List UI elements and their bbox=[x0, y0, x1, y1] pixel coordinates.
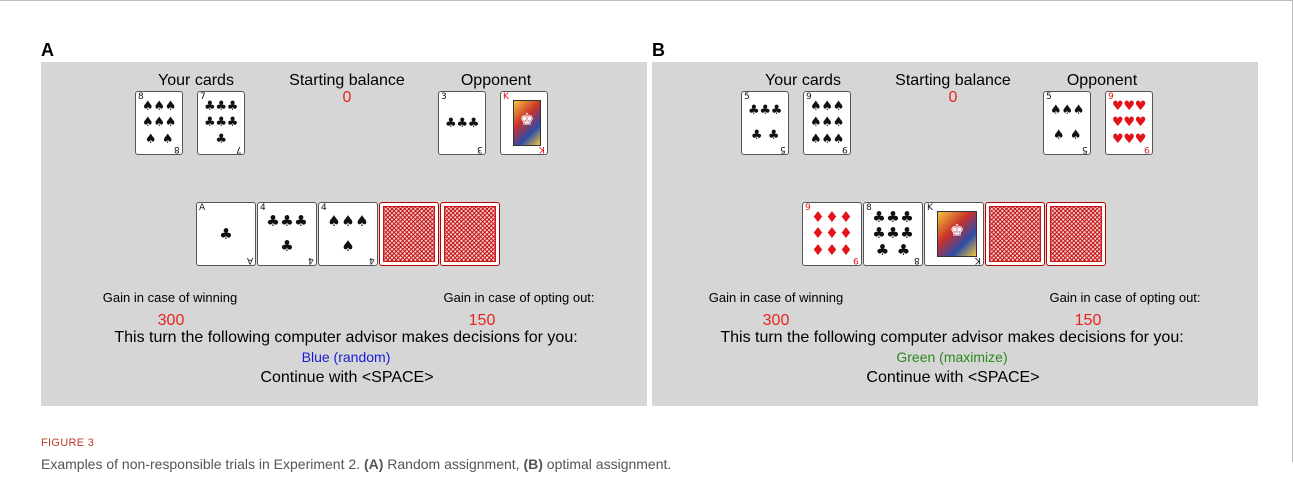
playing-card: 9 9 ♦ ♦ ♦ ♦ ♦ ♦ ♦ ♦ ♦ bbox=[802, 202, 862, 266]
card-back bbox=[1046, 202, 1106, 266]
card-back bbox=[440, 202, 500, 266]
card-rank: A bbox=[246, 255, 253, 265]
playing-card: K K ♚ bbox=[924, 202, 984, 266]
gain-optout-label: Gain in case of opting out: bbox=[1049, 290, 1201, 305]
advisor-name: Blue (random) bbox=[301, 349, 391, 365]
gain-optout-label: Gain in case of opting out: bbox=[443, 290, 595, 305]
continue-prompt: Continue with <SPACE> bbox=[260, 369, 434, 386]
advisor-text: This turn the following computer advisor… bbox=[114, 329, 578, 346]
card-rank: 8 bbox=[914, 255, 920, 265]
playing-card: 7 7 ♣ ♣ ♣ ♣ ♣ ♣ ♣ bbox=[197, 91, 245, 155]
clubs-pips-icon: ♣ ♣ ♣ ♣ ♣ ♣ ♣ ♣ bbox=[872, 207, 914, 260]
hearts-pips-icon: ♥ ♥ ♥ ♥ ♥ ♥ ♥ ♥ ♥ bbox=[1112, 98, 1147, 148]
figure-caption: Examples of non-responsible trials in Ex… bbox=[41, 456, 671, 472]
clubs-pips-icon: ♣ bbox=[219, 224, 233, 243]
playing-card: 5 5 ♠ ♠ ♠ ♠ ♠ bbox=[1043, 91, 1091, 155]
card-back bbox=[985, 202, 1045, 266]
your-cards-label: Your cards bbox=[765, 72, 841, 89]
caption-b-text: optimal assignment. bbox=[542, 456, 672, 472]
spades-pips-icon: ♠ ♠ ♠ ♠ bbox=[327, 212, 369, 255]
gain-winning-label: Gain in case of winning bbox=[102, 290, 238, 305]
card-rank: 8 bbox=[866, 203, 872, 213]
gain-winning-value: 300 bbox=[762, 312, 790, 329]
starting-balance-value: 0 bbox=[342, 89, 352, 106]
spades-pips-icon: ♠ ♠ ♠ ♠ ♠ ♠ ♠ ♠ bbox=[142, 98, 177, 148]
playing-card: 8 8 ♠ ♠ ♠ ♠ ♠ ♠ ♠ ♠ bbox=[135, 91, 183, 155]
gain-optout-value: 150 bbox=[468, 312, 496, 329]
clubs-pips-icon: ♣ ♣ ♣ bbox=[445, 115, 480, 131]
starting-balance-label: Starting balance bbox=[289, 72, 405, 89]
figure-label: FIGURE 3 bbox=[41, 437, 95, 449]
panel-letter-a: A bbox=[41, 40, 54, 60]
card-rank: 9 bbox=[805, 203, 811, 213]
panel-letter-b: B bbox=[652, 40, 665, 60]
card-rank: 4 bbox=[369, 255, 375, 265]
your-cards-label: Your cards bbox=[158, 72, 234, 89]
playing-card: K K ♚ bbox=[500, 91, 548, 155]
caption-a-text: Random assignment, bbox=[383, 456, 524, 472]
card-back bbox=[379, 202, 439, 266]
caption-prefix: Examples of non-responsible trials in Ex… bbox=[41, 456, 364, 472]
opponent-label: Opponent bbox=[460, 72, 532, 89]
playing-card: A A ♣ bbox=[196, 202, 256, 266]
card-rank: K bbox=[503, 92, 509, 102]
opponent-label: Opponent bbox=[1066, 72, 1138, 89]
clubs-pips-icon: ♣ ♣ ♣ ♣ ♣ ♣ ♣ bbox=[204, 98, 239, 148]
gain-optout-value: 150 bbox=[1074, 312, 1102, 329]
playing-card: 5 5 ♣ ♣ ♣ ♣ ♣ bbox=[741, 91, 789, 155]
playing-card: 4 4 ♠ ♠ ♠ ♠ bbox=[318, 202, 378, 266]
playing-card: 9 9 ♠ ♠ ♠ ♠ ♠ ♠ ♠ ♠ ♠ bbox=[803, 91, 851, 155]
card-rank: 4 bbox=[308, 255, 314, 265]
continue-prompt: Continue with <SPACE> bbox=[866, 369, 1040, 386]
playing-card: 9 9 ♥ ♥ ♥ ♥ ♥ ♥ ♥ ♥ ♥ bbox=[1105, 91, 1153, 155]
caption-b-marker: (B) bbox=[523, 456, 543, 472]
advisor-text: This turn the following computer advisor… bbox=[720, 329, 1184, 346]
panel-b: Your cards Starting balance 0 Opponent G… bbox=[652, 62, 1258, 406]
king-face-icon: ♚ bbox=[937, 211, 977, 257]
card-rank: 9 bbox=[853, 255, 859, 265]
spades-pips-icon: ♠ ♠ ♠ ♠ ♠ ♠ ♠ ♠ ♠ bbox=[810, 98, 845, 148]
playing-card: 3 3 ♣ ♣ ♣ bbox=[438, 91, 486, 155]
clubs-pips-icon: ♣ ♣ ♣ ♣ ♣ bbox=[748, 103, 783, 143]
gain-winning-label: Gain in case of winning bbox=[708, 290, 844, 305]
caption-a-marker: (A) bbox=[363, 456, 384, 472]
spades-pips-icon: ♠ ♠ ♠ ♠ ♠ bbox=[1050, 103, 1085, 143]
gain-winning-value: 300 bbox=[157, 312, 185, 329]
playing-card: 8 8 ♣ ♣ ♣ ♣ ♣ ♣ ♣ ♣ bbox=[863, 202, 923, 266]
starting-balance-label: Starting balance bbox=[895, 72, 1011, 89]
card-rank: K bbox=[927, 203, 933, 213]
advisor-name: Green (maximize) bbox=[896, 349, 1008, 365]
clubs-pips-icon: ♣ ♣ ♣ ♣ bbox=[266, 212, 308, 255]
diamonds-pips-icon: ♦ ♦ ♦ ♦ ♦ ♦ ♦ ♦ ♦ bbox=[811, 207, 853, 260]
playing-card: 4 4 ♣ ♣ ♣ ♣ bbox=[257, 202, 317, 266]
king-face-icon: ♚ bbox=[513, 100, 541, 146]
panel-a: Your cards Starting balance 0 Opponent G… bbox=[41, 62, 647, 406]
starting-balance-value: 0 bbox=[948, 89, 958, 106]
card-rank: 4 bbox=[260, 203, 266, 213]
card-rank: 4 bbox=[321, 203, 327, 213]
